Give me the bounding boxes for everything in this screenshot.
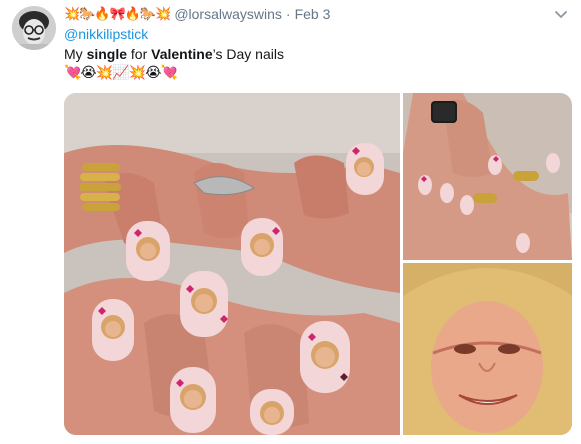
tweet-text: My single for Valentine’s Day nails — [64, 45, 284, 63]
display-name[interactable]: 💥🐎🔥🎀🔥🐎💥 — [64, 5, 171, 23]
crying-face-photo[interactable] — [403, 263, 572, 435]
chevron-down-icon — [555, 11, 567, 18]
text-part-bold-single: single — [86, 46, 128, 62]
text-part-5: ’s Day nails — [212, 46, 284, 62]
timestamp[interactable]: Feb 3 — [295, 5, 331, 23]
emoji-line: 💘😭💥📈💥😭💘 — [64, 64, 178, 80]
tweet: 💥🐎🔥🎀🔥🐎💥 @lorsalwayswins · Feb 3 @nikkili… — [0, 0, 581, 444]
separator-dot: · — [285, 6, 291, 22]
user-handle[interactable]: @lorsalwayswins — [174, 5, 282, 23]
avatar[interactable] — [12, 6, 56, 50]
more-options-button[interactable] — [553, 8, 569, 22]
mention-link[interactable]: @nikkilipstick — [64, 25, 148, 43]
text-part-3: for — [127, 46, 152, 62]
tweet-header: 💥🐎🔥🎀🔥🐎💥 @lorsalwayswins · Feb 3 — [64, 4, 330, 24]
nail-art-ring-photo[interactable] — [403, 93, 572, 260]
text-part-bold-valentine: Valentine — [151, 46, 213, 62]
text-part-1: My — [64, 46, 87, 62]
media-grid — [64, 93, 572, 435]
avatar-image — [12, 6, 56, 50]
nail-art-hands-photo[interactable] — [64, 93, 400, 435]
